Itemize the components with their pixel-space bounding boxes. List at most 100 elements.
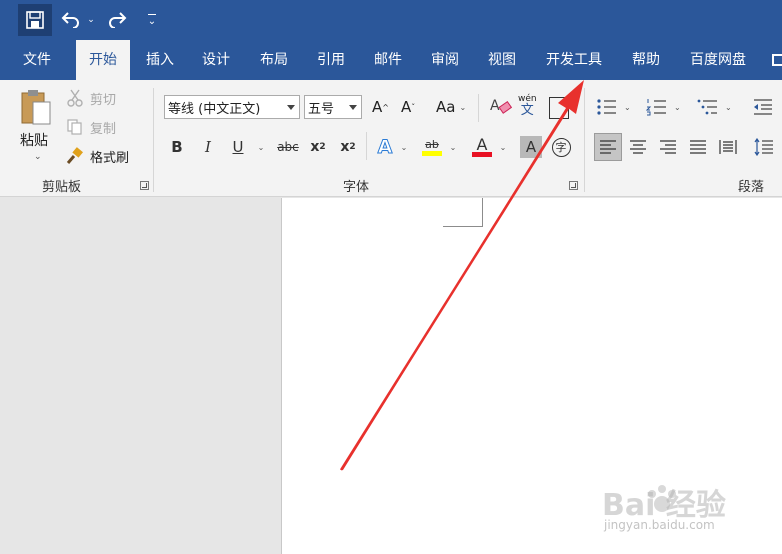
clipboard-paste-icon [21, 90, 51, 125]
redo-icon [109, 12, 127, 28]
tab-file[interactable]: 文件 [12, 40, 62, 80]
enclose-characters-icon: 字 [551, 137, 571, 157]
italic-button[interactable]: I [199, 136, 217, 158]
tab-baidu-netdisk[interactable]: 百度网盘 [680, 40, 756, 80]
tab-home[interactable]: 开始 [76, 40, 130, 80]
justify-icon [690, 140, 706, 154]
baidu-jingyan-watermark: Bai 经验 jingyan.baidu.com [590, 478, 750, 540]
tab-mailings[interactable]: 邮件 [364, 40, 412, 80]
tab-review[interactable]: 审阅 [421, 40, 469, 80]
align-left-icon [600, 140, 616, 154]
justify-button[interactable] [684, 133, 712, 161]
paste-label: 粘贴 [20, 133, 48, 149]
clipboard-launcher-icon[interactable] [140, 181, 149, 190]
font-group-label: 字体 [343, 180, 370, 195]
ribbon-home: 粘贴 ⌄ 剪切 复制 格式刷 剪贴板 等线 (中文正文) 五号 A ^ A ˇ … [0, 80, 782, 197]
line-spacing-icon [754, 138, 773, 156]
undo-dropdown-button[interactable]: ⌄ [85, 4, 97, 36]
phonetic-bottom-label: 文 [520, 103, 534, 118]
tab-help[interactable]: 帮助 [622, 40, 670, 80]
paste-button[interactable] [18, 88, 58, 128]
align-center-icon [630, 140, 646, 154]
chevron-down-icon: ⌄ [674, 102, 681, 112]
shrink-font-button[interactable]: Aˇ [401, 98, 415, 116]
phonetic-guide-button[interactable]: wén 文 [518, 94, 537, 118]
redo-button[interactable] [104, 4, 130, 36]
superscript-x: x [340, 139, 350, 155]
align-center-button[interactable] [624, 133, 652, 161]
quick-access-toolbar: ⌄ ⌄ [0, 0, 782, 40]
align-right-icon [660, 140, 676, 154]
cut-label: 剪切 [90, 92, 117, 108]
paintbrush-icon [66, 147, 83, 164]
divider [366, 132, 367, 160]
paragraph-group-label: 段落 [738, 180, 765, 195]
character-shading-button[interactable]: A [520, 136, 542, 158]
tab-design[interactable]: 设计 [192, 40, 240, 80]
eraser-icon: A [490, 98, 512, 114]
change-case-icon: Aa [436, 98, 456, 116]
undo-button[interactable] [58, 4, 84, 36]
tab-view[interactable]: 视图 [478, 40, 526, 80]
highlight-dropdown-icon[interactable]: ⌄ [447, 136, 459, 158]
subscript-button[interactable]: x2 [306, 136, 330, 158]
font-name-value: 等线 (中文正文) [168, 101, 261, 117]
decrease-indent-button[interactable] [752, 98, 774, 116]
font-color-dropdown-icon[interactable]: ⌄ [497, 136, 509, 158]
superscript-mark: 2 [349, 142, 356, 152]
font-size-combo[interactable]: 五号 [304, 95, 362, 119]
paste-dropdown-icon[interactable]: ⌄ [34, 152, 42, 162]
font-launcher-icon[interactable] [569, 181, 578, 190]
tab-layout[interactable]: 布局 [250, 40, 298, 80]
tab-overflow-icon [772, 54, 782, 66]
align-left-button[interactable] [594, 133, 622, 161]
multilevel-list-button[interactable]: ⌄ [697, 98, 732, 116]
underline-dropdown-icon[interactable]: ⌄ [255, 136, 267, 158]
margin-corner-mark [482, 198, 483, 227]
distributed-button[interactable] [714, 133, 742, 161]
tab-developer[interactable]: 开发工具 [536, 40, 612, 80]
highlight-button[interactable]: ab [420, 136, 444, 158]
strikethrough-button[interactable]: abc [274, 136, 302, 158]
line-spacing-button[interactable] [750, 133, 778, 161]
subscript-x: x [310, 139, 320, 155]
format-painter-button[interactable]: 格式刷 [66, 146, 129, 166]
text-effects-button[interactable]: A [374, 136, 396, 159]
group-separator [153, 88, 154, 192]
tab-references[interactable]: 引用 [307, 40, 355, 80]
clear-formatting-button[interactable]: A [490, 96, 512, 118]
align-right-button[interactable] [654, 133, 682, 161]
enclose-characters-button[interactable]: 字 [550, 136, 572, 158]
decrease-indent-icon [754, 99, 772, 115]
underline-button[interactable]: U [229, 136, 247, 158]
subscript-mark: 2 [319, 142, 326, 152]
format-painter-label: 格式刷 [90, 150, 130, 166]
customize-qat-button[interactable]: ⌄ [145, 4, 159, 36]
character-border-button[interactable] [549, 97, 569, 119]
copy-button[interactable]: 复制 [66, 117, 116, 137]
bullet-list-icon [597, 99, 616, 115]
bullets-button[interactable]: ⌄ [596, 98, 631, 116]
chevron-down-icon: ⌄ [725, 102, 732, 112]
numbered-list-icon [646, 99, 666, 116]
highlighter-icon: ab [425, 137, 439, 151]
save-button[interactable] [18, 4, 52, 36]
font-size-value: 五号 [308, 101, 335, 117]
multilevel-list-icon [697, 99, 717, 115]
grow-font-button[interactable]: A ^ [372, 98, 389, 116]
divider [478, 94, 479, 122]
font-color-button[interactable]: A [470, 136, 494, 158]
group-separator [584, 88, 585, 192]
grow-font-icon: A [372, 98, 383, 116]
bold-button[interactable]: B [168, 136, 186, 158]
numbering-button[interactable]: ⌄ [646, 98, 681, 116]
font-color-icon: A [476, 134, 488, 154]
font-name-combo[interactable]: 等线 (中文正文) [164, 95, 300, 119]
cut-button[interactable]: 剪切 [66, 88, 116, 108]
change-case-button[interactable]: Aa ⌄ [436, 98, 466, 116]
save-icon [26, 11, 44, 29]
text-effects-dropdown-icon[interactable]: ⌄ [398, 136, 410, 158]
copy-label: 复制 [90, 121, 117, 137]
tab-insert[interactable]: 插入 [136, 40, 184, 80]
superscript-button[interactable]: x2 [336, 136, 360, 158]
